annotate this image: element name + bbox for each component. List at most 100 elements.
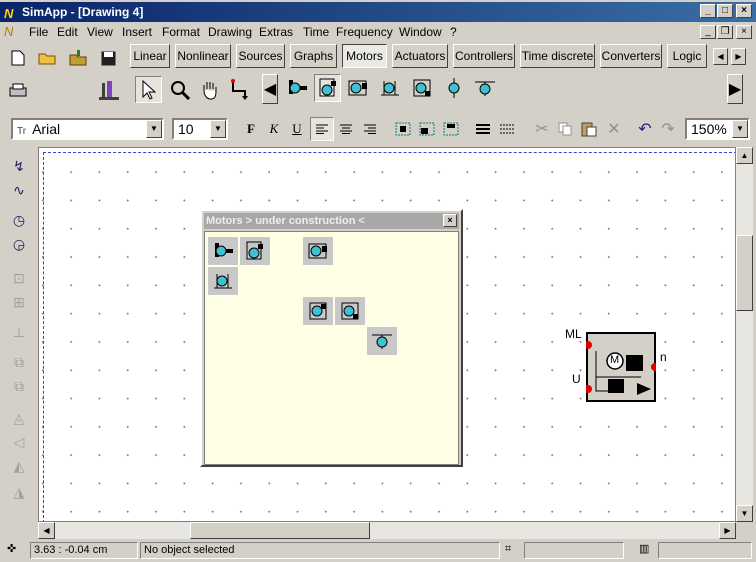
palette-motor-2[interactable] xyxy=(240,237,270,265)
folder-up-icon[interactable] xyxy=(66,46,90,70)
grid-align-1-icon[interactable] xyxy=(391,117,415,141)
motors-palette-window[interactable]: Motors > under construction < × xyxy=(200,209,463,467)
motor-block-5-icon[interactable] xyxy=(410,76,434,100)
ungroup-icon[interactable]: ⊞ xyxy=(8,291,30,313)
line-width-icon[interactable] xyxy=(471,117,495,141)
minimize-button[interactable]: _ xyxy=(700,4,716,18)
bring-front-icon[interactable]: ⧉ xyxy=(8,351,30,373)
cut-icon[interactable]: ✂ xyxy=(530,117,554,141)
rotate-right-icon[interactable]: ◮ xyxy=(8,481,30,503)
open-folder-icon[interactable] xyxy=(35,46,59,70)
motor-block-2-icon[interactable] xyxy=(314,74,341,102)
menu-format[interactable]: Format xyxy=(162,25,200,39)
new-file-icon[interactable] xyxy=(6,46,30,70)
select-pointer-icon[interactable] xyxy=(135,76,162,103)
draw-tool-2-icon[interactable]: ∿ xyxy=(8,179,30,201)
chevron-down-icon[interactable]: ▼ xyxy=(210,120,226,138)
scroll-left-button[interactable]: ◀ xyxy=(38,522,55,539)
redo-icon[interactable]: ↷ xyxy=(656,117,680,141)
tab-scroll-right-button[interactable]: ▶ xyxy=(731,48,746,65)
zoom-magnifier-icon[interactable] xyxy=(168,78,192,102)
menu-help[interactable]: ? xyxy=(450,25,457,39)
italic-icon[interactable]: K xyxy=(262,117,286,141)
flip-left-icon[interactable]: ◁ xyxy=(8,431,30,453)
vertical-scroll-thumb[interactable] xyxy=(736,235,753,311)
motor-block-3-icon[interactable] xyxy=(346,76,370,100)
motors-scroll-right-button[interactable]: ▶ xyxy=(727,74,743,104)
horizontal-scrollbar[interactable]: ◀ ▶ xyxy=(38,522,736,539)
close-button[interactable]: × xyxy=(736,4,752,18)
tab-motors[interactable]: Motors xyxy=(342,44,387,68)
grid-align-2-icon[interactable] xyxy=(415,117,439,141)
pan-hand-icon[interactable] xyxy=(198,78,222,102)
simulate-icon[interactable] xyxy=(97,78,121,102)
tab-nonlinear[interactable]: Nonlinear xyxy=(175,44,231,68)
underline-icon[interactable]: U xyxy=(285,117,309,141)
motor-block-4-icon[interactable] xyxy=(378,76,402,100)
copy-icon[interactable] xyxy=(553,117,577,141)
menu-insert[interactable]: Insert xyxy=(122,25,152,39)
palette-close-button[interactable]: × xyxy=(443,214,457,227)
horizontal-scroll-thumb[interactable] xyxy=(190,522,370,539)
menu-drawing[interactable]: Drawing xyxy=(208,25,252,39)
draw-tool-1-icon[interactable]: ↯ xyxy=(8,155,30,177)
palette-motor-7[interactable] xyxy=(367,327,397,355)
undo-icon[interactable]: ↶ xyxy=(633,117,657,141)
palette-motor-3[interactable] xyxy=(303,237,333,265)
align-center-icon[interactable] xyxy=(334,117,358,141)
palette-motor-1[interactable] xyxy=(208,237,238,265)
send-back-icon[interactable]: ⧉ xyxy=(8,375,30,397)
motors-scroll-left-button[interactable]: ◀ xyxy=(262,74,278,104)
tab-converters[interactable]: Converters xyxy=(600,44,662,68)
maximize-button[interactable]: □ xyxy=(717,4,733,18)
mdi-close-button[interactable]: × xyxy=(736,25,752,39)
line-style-icon[interactable] xyxy=(495,117,519,141)
scroll-right-button[interactable]: ▶ xyxy=(719,522,736,539)
paste-icon[interactable] xyxy=(577,117,601,141)
zoom-select[interactable]: 150% ▼ xyxy=(685,118,750,140)
menu-file[interactable]: File xyxy=(29,25,48,39)
print-icon[interactable] xyxy=(6,78,30,102)
tab-actuators[interactable]: Actuators xyxy=(392,44,448,68)
vertical-scrollbar[interactable]: ▲ ▼ xyxy=(736,147,753,522)
font-size-select[interactable]: 10 ▼ xyxy=(172,118,228,140)
tab-sources[interactable]: Sources xyxy=(236,44,285,68)
clock-tool-2-icon[interactable]: ◶ xyxy=(8,233,30,255)
scroll-down-button[interactable]: ▼ xyxy=(736,505,753,522)
tab-time-discrete[interactable]: Time discrete xyxy=(520,44,595,68)
menu-extras[interactable]: Extras xyxy=(259,25,293,39)
motor-block-1-icon[interactable] xyxy=(285,76,309,100)
menu-edit[interactable]: Edit xyxy=(57,25,78,39)
motor-block[interactable]: M xyxy=(584,331,659,403)
save-icon[interactable] xyxy=(96,46,120,70)
clock-tool-1-icon[interactable]: ◷ xyxy=(8,209,30,231)
group-icon[interactable]: ⊡ xyxy=(8,267,30,289)
tab-controllers[interactable]: Controllers xyxy=(453,44,515,68)
tab-logic[interactable]: Logic xyxy=(667,44,707,68)
menu-frequency[interactable]: Frequency xyxy=(336,25,393,39)
scroll-up-button[interactable]: ▲ xyxy=(736,147,753,164)
align-icon[interactable]: ⊥ xyxy=(8,321,30,343)
connect-line-icon[interactable] xyxy=(229,78,253,102)
bold-icon[interactable]: F xyxy=(239,117,263,141)
grid-align-3-icon[interactable] xyxy=(439,117,463,141)
menu-time[interactable]: Time xyxy=(303,25,329,39)
palette-motor-4[interactable] xyxy=(208,267,238,295)
motor-block-6-icon[interactable] xyxy=(442,76,466,100)
tab-graphs[interactable]: Graphs xyxy=(290,44,337,68)
palette-motor-6[interactable] xyxy=(335,297,365,325)
palette-title-bar[interactable]: Motors > under construction < × xyxy=(204,213,459,229)
menu-view[interactable]: View xyxy=(87,25,113,39)
align-right-icon[interactable] xyxy=(358,117,382,141)
menu-window[interactable]: Window xyxy=(399,25,442,39)
motor-block-7-icon[interactable] xyxy=(473,76,497,100)
mdi-restore-button[interactable]: ❐ xyxy=(717,25,733,39)
tab-linear[interactable]: Linear xyxy=(130,44,170,68)
align-left-icon[interactable] xyxy=(310,117,334,141)
tab-scroll-left-button[interactable]: ◀ xyxy=(713,48,728,65)
chevron-down-icon[interactable]: ▼ xyxy=(732,120,748,138)
font-family-select[interactable]: Tr Arial ▼ xyxy=(11,118,164,140)
flip-horizontal-icon[interactable]: ◬ xyxy=(8,407,30,429)
chevron-down-icon[interactable]: ▼ xyxy=(146,120,162,138)
palette-motor-5[interactable] xyxy=(303,297,333,325)
